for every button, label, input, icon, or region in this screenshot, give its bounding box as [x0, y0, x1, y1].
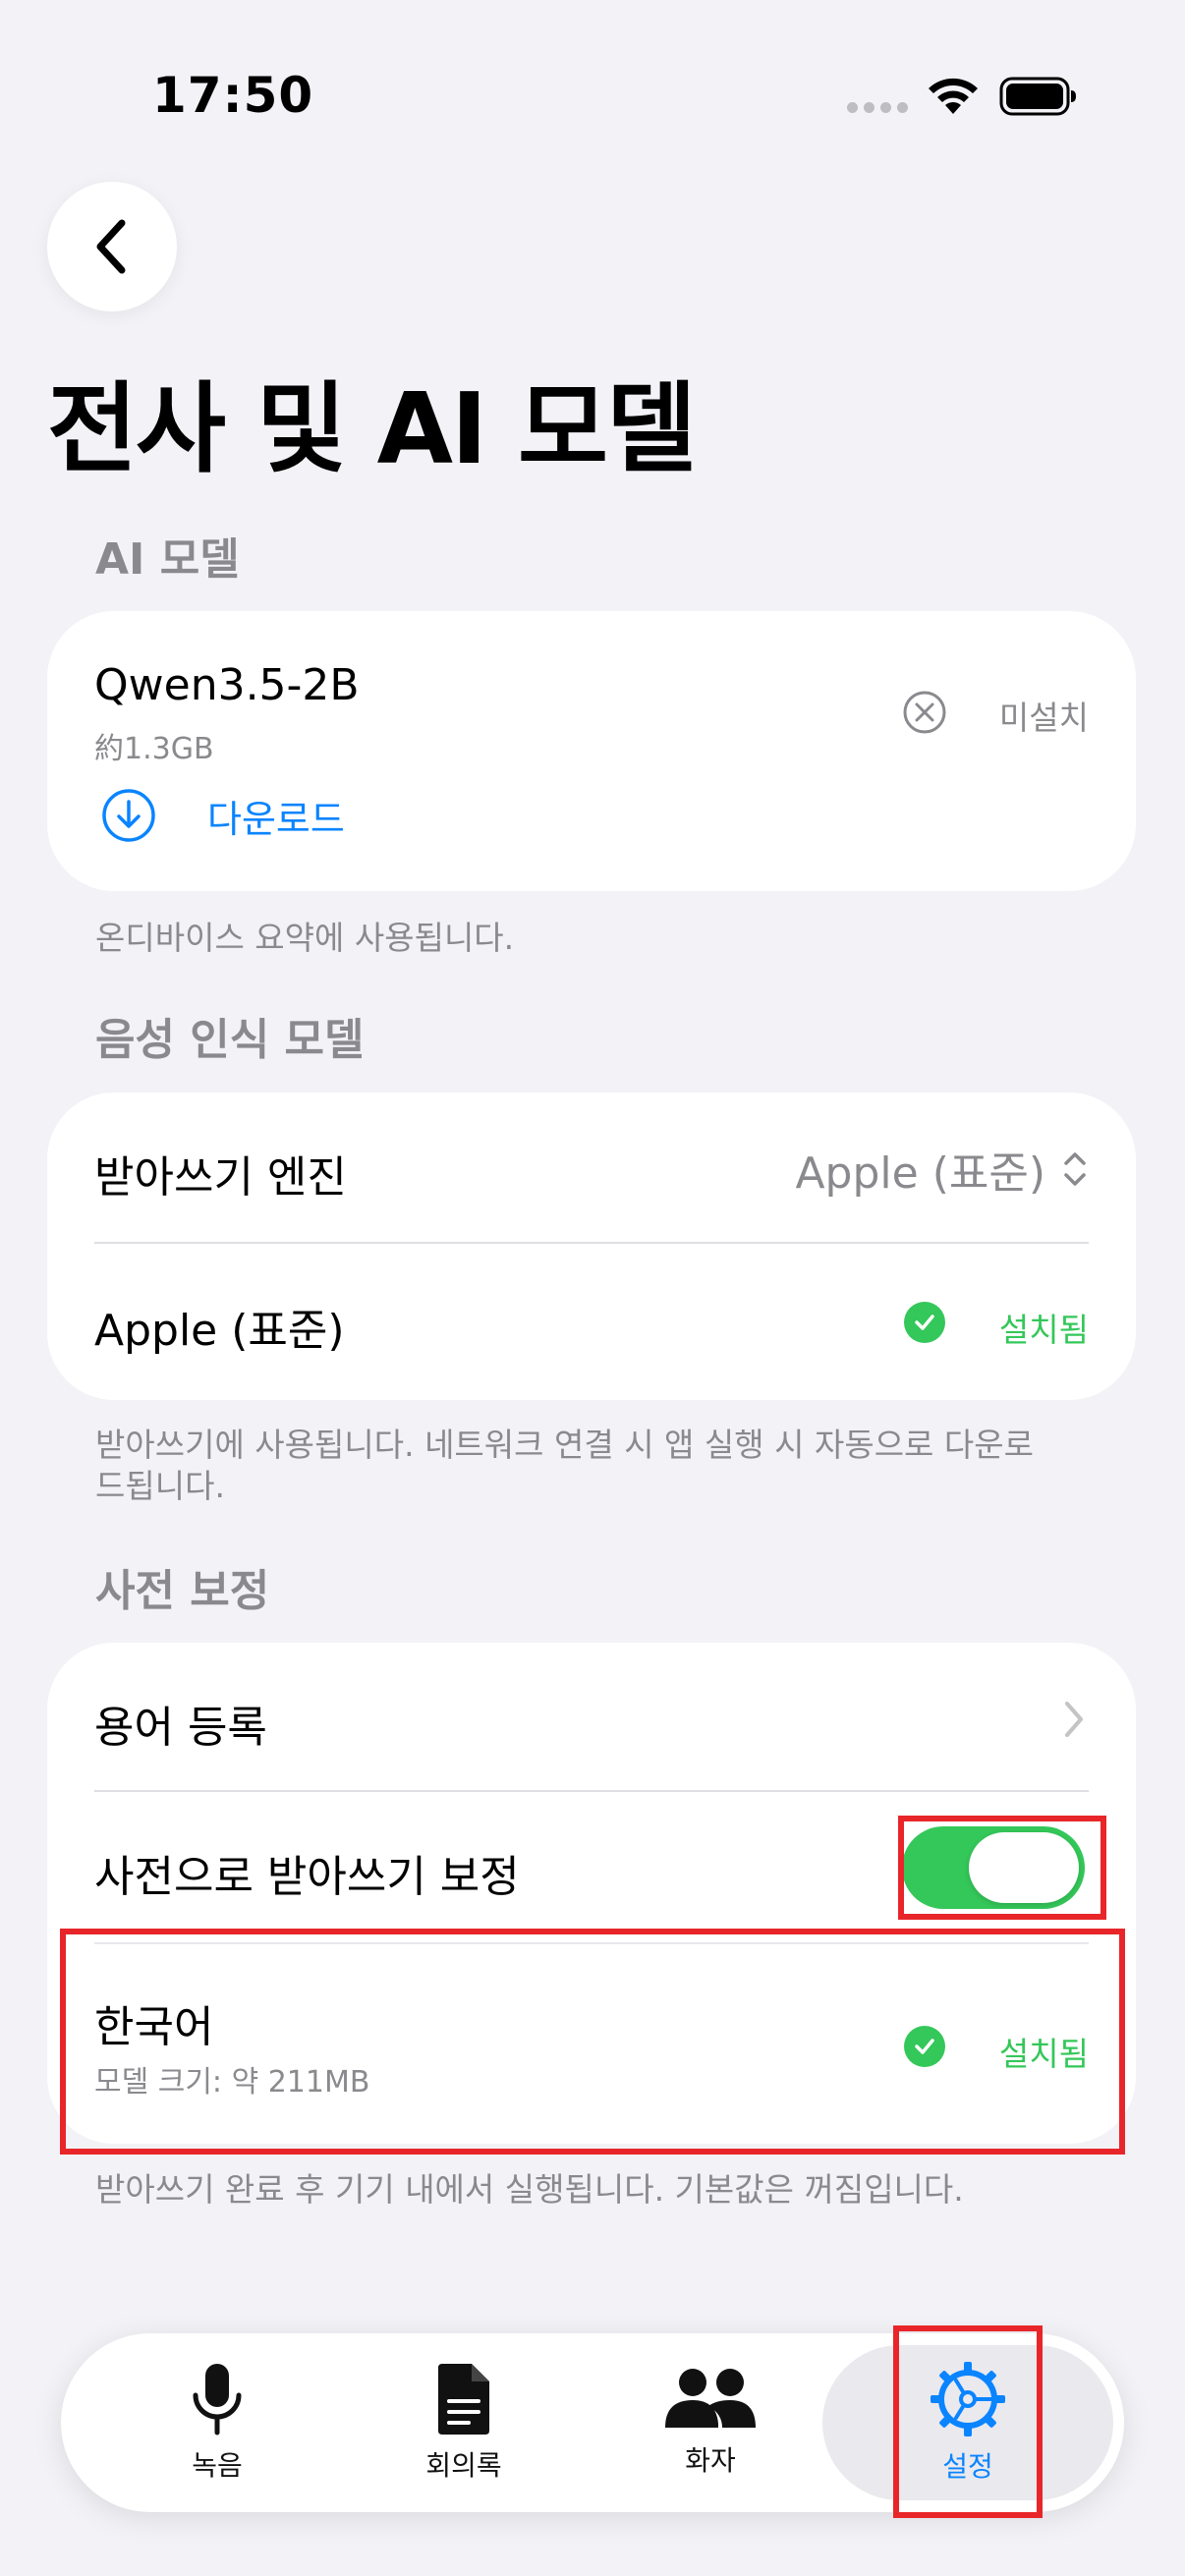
not-installed-icon — [903, 691, 946, 734]
model-size: 約1.3GB — [94, 732, 214, 766]
tab-label: 회의록 — [425, 2449, 502, 2482]
speech-model-card: 받아쓰기 엔진 Apple (표준) Apple (표준) 설치됨 — [47, 1092, 1136, 1400]
installed-model-name: Apple (표준) — [94, 1306, 345, 1356]
engine-picker[interactable]: Apple (표준) — [795, 1138, 1089, 1201]
divider — [94, 1790, 1089, 1792]
model-status: 미설치 — [998, 699, 1089, 737]
back-button[interactable] — [47, 182, 177, 311]
checkmark-icon — [904, 1302, 945, 1343]
highlight-box-language-row — [60, 1929, 1125, 2155]
engine-value: Apple (표준) — [795, 1148, 1045, 1199]
download-label: 다운로드 — [207, 797, 345, 841]
section-header-speech: 음성 인식 모델 — [95, 1015, 365, 1065]
divider — [94, 1242, 1089, 1244]
ai-model-card: Qwen3.5-2B 約1.3GB 미설치 다운로드 — [47, 611, 1136, 891]
wifi-icon — [929, 78, 978, 114]
section-header-ai-model: AI 모델 — [95, 534, 240, 585]
dictionary-footnote: 받아쓰기 완료 후 기기 내에서 실행됩니다. 기본값은 꺼짐입니다. — [95, 2170, 964, 2209]
toggle-label: 사전으로 받아쓰기 보정 — [94, 1852, 520, 1902]
model-name: Qwen3.5-2B — [94, 660, 360, 710]
chevron-right-icon — [1065, 1702, 1083, 1737]
tab-record[interactable]: 녹음 — [94, 2333, 340, 2512]
highlight-box-settings-tab — [893, 2325, 1043, 2518]
battery-icon — [999, 77, 1076, 116]
status-time: 17:50 — [152, 67, 314, 124]
tab-speakers[interactable]: 화자 — [588, 2333, 833, 2512]
section-header-dictionary: 사전 보정 — [95, 1566, 270, 1616]
engine-label: 받아쓰기 엔진 — [94, 1152, 347, 1203]
speech-footnote: 받아쓰기에 사용됩니다. 네트워크 연결 시 앱 실행 시 자동으로 다운로드됩… — [95, 1426, 1034, 1505]
download-icon — [102, 789, 155, 842]
tab-minutes[interactable]: 회의록 — [341, 2333, 587, 2512]
highlight-box-toggle — [898, 1816, 1106, 1920]
document-icon — [438, 2364, 489, 2435]
terms-label: 용어 등록 — [94, 1703, 267, 1753]
tab-label: 녹음 — [192, 2449, 243, 2482]
ai-model-footnote: 온디바이스 요약에 사용됩니다. — [95, 919, 515, 957]
terms-registration-row[interactable]: 용어 등록 — [47, 1643, 1136, 1790]
cellular-signal-icon — [847, 102, 908, 113]
tab-label: 화자 — [685, 2444, 736, 2477]
download-button[interactable]: 다운로드 — [101, 788, 345, 843]
people-icon — [665, 2369, 756, 2428]
chevron-up-down-icon — [1064, 1152, 1086, 1186]
chevron-left-icon — [96, 219, 126, 274]
engine-picker-row[interactable]: 받아쓰기 엔진 Apple (표준) — [47, 1092, 1136, 1246]
installed-status: 설치됨 — [998, 1311, 1089, 1349]
page-title: 전사 및 AI 모델 — [47, 371, 697, 486]
settings-page: 17:50 전사 및 AI 모델 AI 모델 Qwen3.5-2B 約1.3GB… — [0, 0, 1185, 2576]
microphone-icon — [193, 2364, 242, 2436]
